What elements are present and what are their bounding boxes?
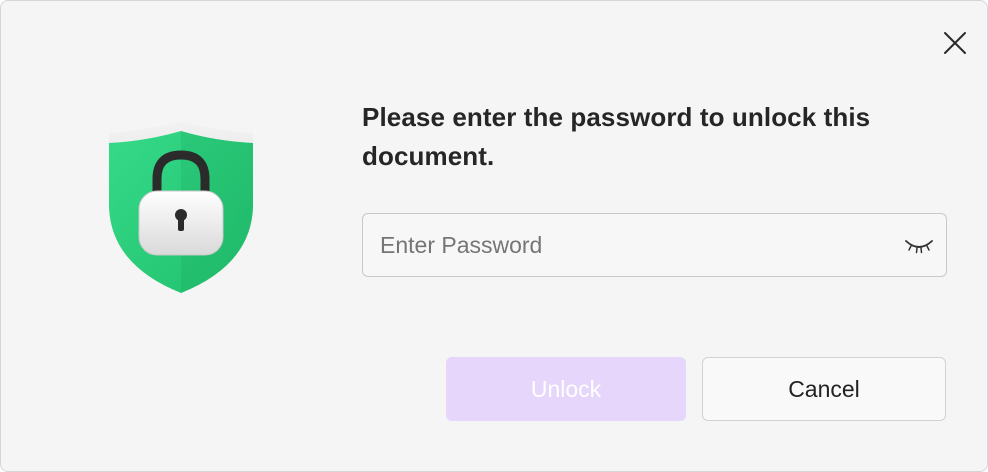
eye-closed-icon[interactable] [904,238,934,254]
toggle-password-visibility-button[interactable] [901,230,937,262]
close-icon[interactable] [943,31,967,55]
cancel-button[interactable]: Cancel [702,357,946,421]
password-input[interactable] [380,214,880,276]
unlock-prompt-message: Please enter the password to unlock this… [362,102,871,171]
shield-lock-icon [109,121,253,293]
unlock-password-dialog: Please enter the password to unlock this… [0,0,988,472]
password-field[interactable] [362,213,947,277]
unlock-button[interactable]: Unlock [446,357,686,421]
close-button[interactable] [935,23,975,63]
